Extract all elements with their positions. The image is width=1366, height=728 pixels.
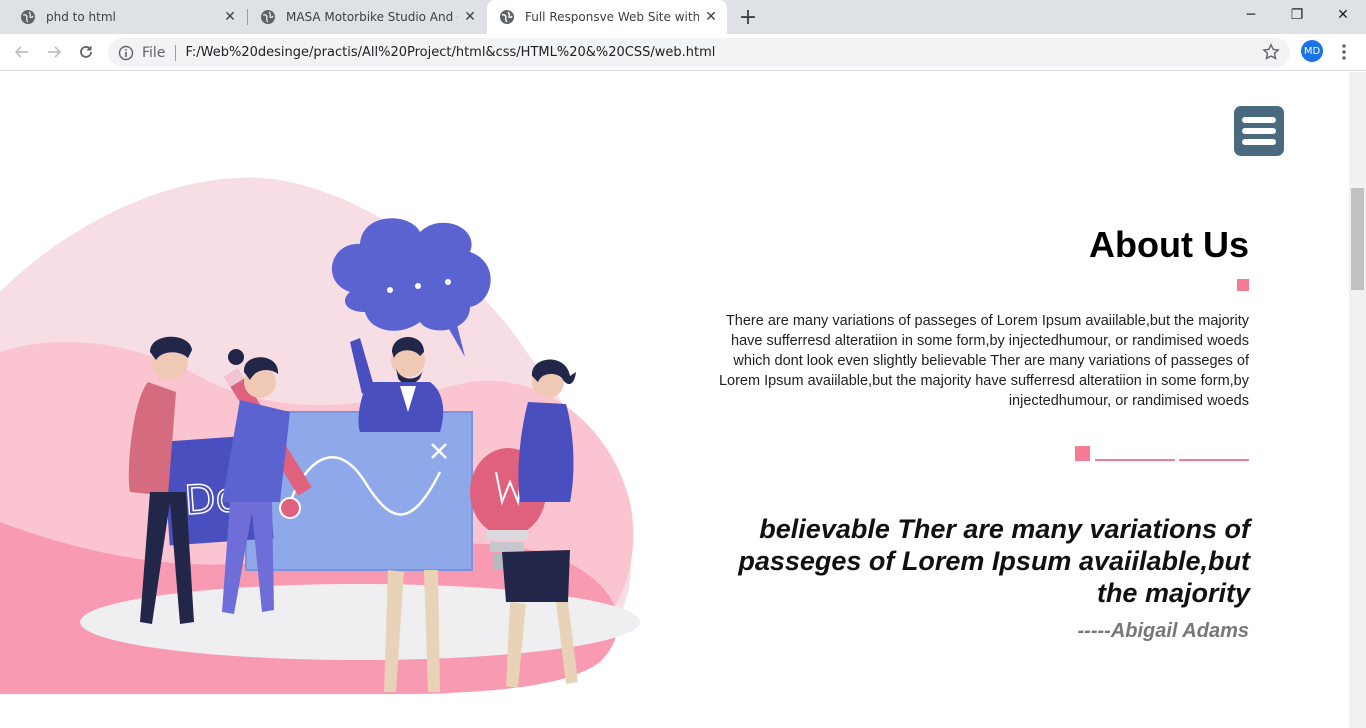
tab-strip: phd to html ✕ MASA Motorbike Studio And … xyxy=(0,0,1366,34)
browser-toolbar: File F:/Web%20desinge/practis/All%20Proj… xyxy=(0,34,1366,71)
decor-line xyxy=(1179,459,1249,461)
decor-square xyxy=(1237,279,1249,291)
page-scrollbar[interactable] xyxy=(1349,72,1366,728)
globe-icon xyxy=(500,10,514,24)
scroll-thumb[interactable] xyxy=(1351,188,1364,290)
close-icon[interactable]: ✕ xyxy=(218,5,242,29)
team-illustration: Do! xyxy=(0,177,640,694)
forward-icon[interactable] xyxy=(40,38,68,66)
tab-title: MASA Motorbike Studio And Onl xyxy=(286,10,458,24)
minimize-button[interactable]: ─ xyxy=(1228,0,1274,30)
hamburger-menu-icon[interactable] xyxy=(1234,106,1284,156)
browser-tab[interactable]: MASA Motorbike Studio And Onl ✕ xyxy=(248,0,486,34)
url-text[interactable]: F:/Web%20desinge/practis/All%20Project/h… xyxy=(185,45,715,60)
plus-icon[interactable]: + xyxy=(736,5,760,30)
back-icon[interactable] xyxy=(8,38,36,66)
tab-title: phd to html xyxy=(46,10,116,24)
globe-icon xyxy=(261,10,275,24)
info-icon[interactable] xyxy=(118,45,134,61)
browser-tab[interactable]: phd to html ✕ xyxy=(8,0,246,34)
close-icon[interactable]: ✕ xyxy=(458,5,482,29)
avatar[interactable]: MD xyxy=(1301,40,1323,62)
quote-author: -----Abigail Adams xyxy=(1077,620,1249,642)
decor-square xyxy=(1075,446,1090,461)
kebab-menu-icon[interactable] xyxy=(1334,39,1354,65)
close-icon[interactable]: ✕ xyxy=(699,5,723,29)
browser-tab-active[interactable]: Full Responsve Web Site with htn ✕ xyxy=(487,0,727,34)
about-paragraph: There are many variations of passeges of… xyxy=(718,313,1249,409)
scheme-label: File xyxy=(142,44,166,61)
page-viewport: Do! About Us There are many variations o… xyxy=(0,72,1349,728)
star-icon[interactable] xyxy=(1262,43,1280,61)
reload-icon[interactable] xyxy=(72,38,100,66)
tab-title: Full Responsve Web Site with htn xyxy=(525,10,699,24)
address-bar[interactable]: File F:/Web%20desinge/practis/All%20Proj… xyxy=(108,38,1290,67)
page-title: About Us xyxy=(1089,224,1249,265)
omnibox-divider xyxy=(175,44,177,61)
quote-text: believable Ther are many variations of p… xyxy=(738,514,1250,608)
decor-line xyxy=(1095,459,1175,461)
restore-button[interactable]: ❐ xyxy=(1274,0,1320,30)
window-close-button[interactable]: ✕ xyxy=(1320,0,1366,30)
globe-icon xyxy=(21,10,35,24)
